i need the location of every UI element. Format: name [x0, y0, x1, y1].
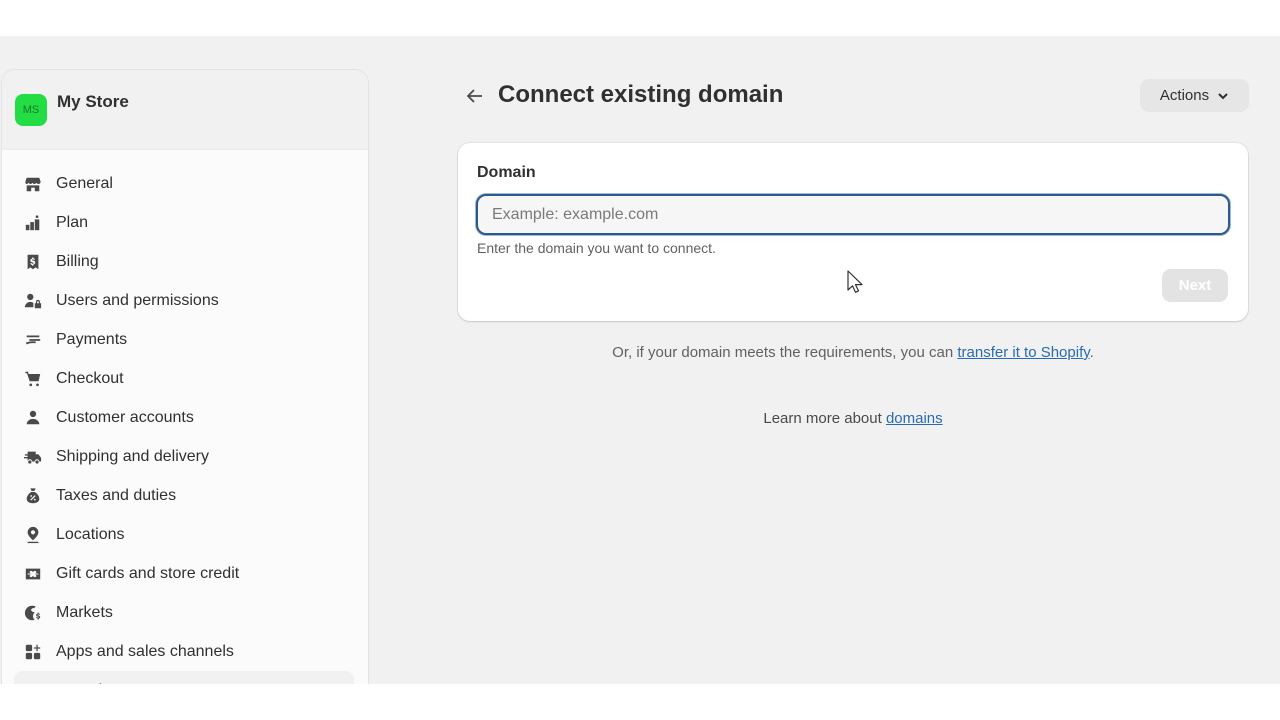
domain-help-text: Enter the domain you want to connect.	[477, 240, 716, 256]
person-icon	[23, 408, 43, 428]
avatar: MS	[15, 94, 47, 126]
sidebar-item-shipping-and-delivery[interactable]: Shipping and delivery	[2, 437, 354, 476]
transfer-note-text: Or, if your domain meets the requirement…	[612, 344, 958, 361]
sidebar-item-locations[interactable]: Locations	[2, 515, 354, 554]
location-pin-icon	[23, 525, 43, 545]
payments-icon	[23, 330, 43, 350]
sidebar-item-label: Taxes and duties	[56, 486, 177, 504]
page-title: Connect existing domain	[498, 81, 784, 108]
sidebar-item-taxes-and-duties[interactable]: Taxes and duties	[2, 476, 354, 515]
sidebar-item-domains[interactable]: Domains	[14, 671, 354, 684]
sidebar-item-label: Shipping and delivery	[56, 447, 209, 465]
domain-field-label: Domain	[477, 164, 536, 181]
actions-button[interactable]: Actions	[1140, 79, 1249, 112]
sidebar-item-gift-cards[interactable]: Gift cards and store credit	[2, 554, 354, 593]
sidebar-item-label: Domains	[56, 682, 119, 685]
sidebar-item-label: Users and permissions	[56, 291, 219, 309]
globe-dollar-icon	[23, 603, 43, 623]
app-window: MS My Store General Plan Billing Users a…	[0, 36, 1280, 684]
learn-more-note: Learn more about domains	[458, 410, 1248, 427]
sidebar-item-label: Customer accounts	[56, 408, 194, 426]
arrow-left-icon	[466, 89, 482, 103]
next-button[interactable]: Next	[1162, 269, 1228, 302]
sidebar-item-label: Billing	[56, 252, 99, 270]
sidebar-item-label: Plan	[56, 213, 89, 231]
mouse-pointer-icon	[847, 270, 863, 293]
sidebar-item-users-and-permissions[interactable]: Users and permissions	[2, 281, 354, 320]
sidebar-item-label: Markets	[56, 603, 113, 621]
back-button[interactable]	[462, 83, 488, 109]
sidebar-item-payments[interactable]: Payments	[2, 320, 354, 359]
sidebar-item-customer-accounts[interactable]: Customer accounts	[2, 398, 354, 437]
domains-link[interactable]: domains	[886, 410, 943, 427]
domain-icon	[23, 681, 43, 685]
sidebar-item-label: Locations	[56, 525, 125, 543]
sidebar-item-markets[interactable]: Markets	[2, 593, 354, 632]
store-icon	[23, 174, 43, 194]
plan-icon	[23, 213, 43, 233]
sidebar-item-plan[interactable]: Plan	[2, 203, 354, 242]
transfer-note: Or, if your domain meets the requirement…	[458, 344, 1248, 361]
store-name: My Store	[57, 92, 129, 111]
sidebar-item-general[interactable]: General	[2, 164, 354, 203]
sidebar-item-label: Gift cards and store credit	[56, 564, 240, 582]
cart-icon	[23, 369, 43, 389]
transfer-to-shopify-link[interactable]: transfer it to Shopify	[957, 344, 1089, 361]
truck-icon	[23, 447, 43, 467]
apps-icon	[23, 642, 43, 662]
tax-bag-icon	[23, 486, 43, 506]
sidebar-item-label: Checkout	[56, 369, 124, 387]
sidebar-item-checkout[interactable]: Checkout	[2, 359, 354, 398]
settings-nav: General Plan Billing Users and permissio…	[2, 150, 368, 684]
sidebar-item-billing[interactable]: Billing	[2, 242, 354, 281]
sidebar-item-label: General	[56, 174, 113, 192]
sidebar-item-apps-and-sales-channels[interactable]: Apps and sales channels	[2, 632, 354, 671]
receipt-icon	[23, 252, 43, 272]
gift-card-icon	[23, 564, 43, 584]
domain-input[interactable]	[476, 194, 1230, 235]
sidebar-item-label: Payments	[56, 330, 128, 348]
chevron-down-icon	[1218, 92, 1228, 99]
settings-sidebar: MS My Store General Plan Billing Users a…	[1, 69, 369, 684]
learn-more-text: Learn more about	[763, 410, 886, 427]
actions-label: Actions	[1159, 87, 1210, 104]
transfer-note-suffix: .	[1089, 344, 1094, 361]
store-header: MS My Store	[2, 70, 368, 150]
sidebar-item-label: Apps and sales channels	[56, 642, 234, 660]
users-lock-icon	[23, 291, 43, 311]
